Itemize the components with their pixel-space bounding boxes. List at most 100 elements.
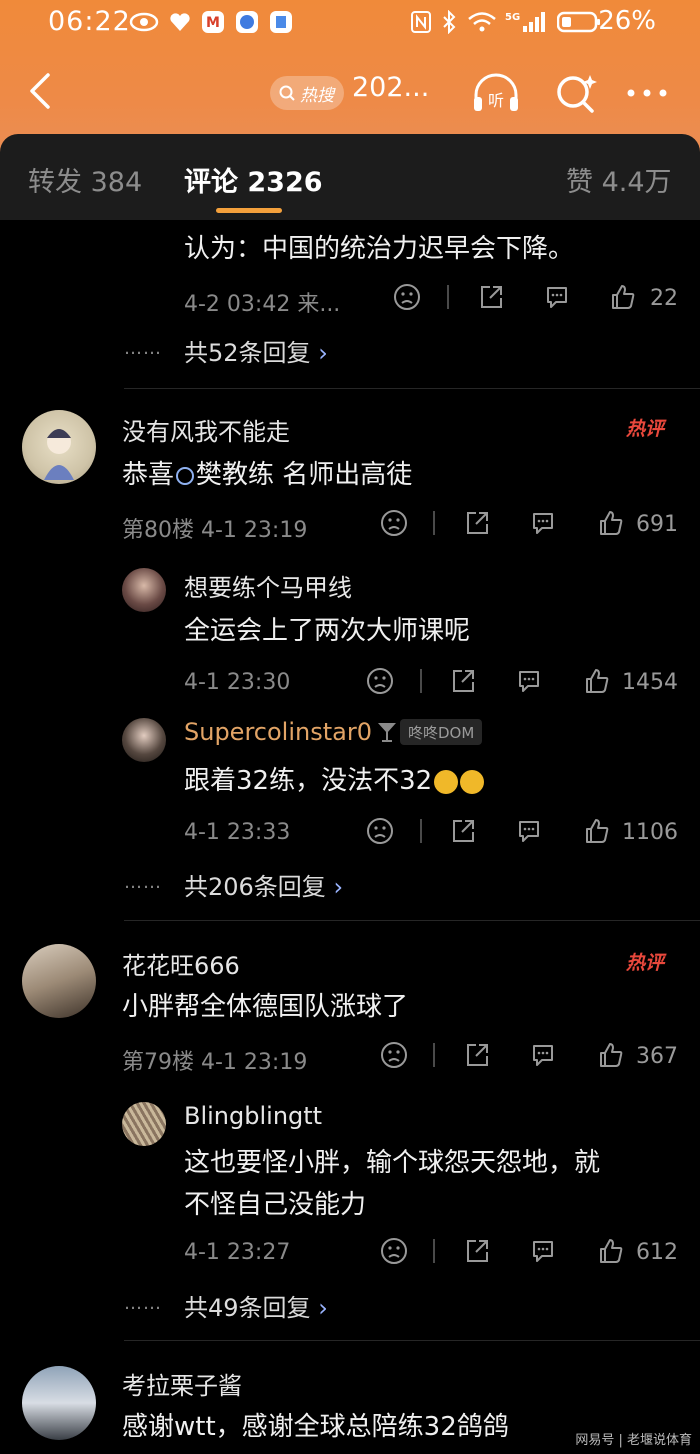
share-icon (467, 512, 488, 534)
like-button[interactable] (580, 664, 614, 698)
divider-bar (420, 819, 422, 843)
avatar[interactable] (122, 718, 166, 762)
back-button[interactable] (22, 68, 58, 114)
thumbs-up-icon (612, 285, 635, 309)
user-title-chip: 咚咚DOM (400, 719, 483, 745)
thumbs-up-icon (600, 511, 623, 535)
comment-text: 小胖帮全体德国队涨球了 (122, 992, 409, 1022)
comment-author[interactable]: 花花旺666 (122, 946, 240, 981)
comment-bubble-icon (533, 513, 553, 534)
view-replies-link[interactable]: 共52条回复 › (184, 333, 328, 368)
share-button[interactable] (460, 1038, 494, 1072)
reply-author[interactable]: 想要练个马甲线 (184, 568, 352, 603)
page-title: 202... (352, 72, 430, 103)
svg-text:听: 听 (488, 91, 504, 110)
search-icon (176, 466, 195, 485)
comment-text-prefix: 恭喜 (122, 460, 175, 490)
like-count: 1454 (622, 670, 678, 695)
view-replies-label: 共52条回复 (184, 339, 311, 367)
comment-bubble-icon (519, 671, 539, 692)
like-button[interactable] (594, 1234, 628, 1268)
divider-bar (433, 1239, 435, 1263)
sad-face-icon (381, 510, 407, 536)
reply-button[interactable] (526, 506, 560, 540)
signal-5g-icon: 5G (504, 10, 548, 34)
divider-bar (447, 285, 449, 309)
reply-text: 跟着32练，没法不32 (184, 760, 485, 797)
eye-icon (128, 10, 160, 34)
share-icon (481, 286, 502, 308)
avatar[interactable] (22, 944, 96, 1018)
tab-reposts[interactable]: 转发 384 (28, 160, 142, 199)
comment-text: 恭喜 樊教练 名师出高徒 (122, 454, 412, 491)
sad-face-icon (367, 668, 393, 694)
view-replies-link[interactable]: 共49条回复 › (184, 1288, 328, 1323)
topic-link[interactable]: 樊教练 (196, 460, 274, 490)
nfc-icon (410, 10, 432, 34)
thumbs-up-icon (586, 819, 609, 843)
reply-button[interactable] (526, 1234, 560, 1268)
tab-bar: 转发 384 评论 2326 赞 4.4万 (0, 134, 700, 220)
dislike-button[interactable] (363, 664, 397, 698)
avatar[interactable] (122, 1102, 166, 1146)
share-button[interactable] (474, 280, 508, 314)
reply-button[interactable] (512, 814, 546, 848)
more-menu-button[interactable] (622, 70, 674, 116)
dislike-button[interactable] (377, 1038, 411, 1072)
hot-search-pill[interactable]: 热搜 (270, 76, 344, 110)
like-count: 1106 (622, 820, 678, 845)
comment-author[interactable]: 考拉栗子酱 (122, 1366, 242, 1401)
comment-author[interactable]: 没有风我不能走 (122, 412, 290, 447)
reply-author[interactable]: Supercolinstar0 (184, 718, 372, 746)
tab-likes[interactable]: 赞 4.4万 (566, 160, 672, 199)
search-sparkle-icon (557, 75, 597, 113)
chevron-right-icon: › (318, 339, 328, 367)
notes-app-icon (268, 10, 294, 34)
tab-comments[interactable]: 评论 2326 (184, 160, 323, 199)
thumbs-up-icon (600, 1043, 623, 1067)
share-icon (467, 1240, 488, 1262)
comment-feed: 认为：中国的统治力迟早会下降。 4-2 03:42 来... 22 …… 共52… (0, 220, 700, 1454)
reply-button[interactable] (526, 1038, 560, 1072)
avatar[interactable] (22, 410, 96, 484)
dislike-button[interactable] (377, 1234, 411, 1268)
dislike-button[interactable] (363, 814, 397, 848)
avatar[interactable] (122, 568, 166, 612)
like-button[interactable] (594, 506, 628, 540)
comment-divider (124, 388, 700, 389)
heart-app-icon (168, 10, 192, 34)
hot-comment-badge: 热评 (626, 418, 665, 440)
like-count: 367 (636, 1044, 678, 1069)
view-replies-label: 共206条回复 (184, 873, 326, 901)
chevron-left-icon (30, 73, 50, 109)
like-button[interactable] (580, 814, 614, 848)
reply-text: 全运会上了两次大师课呢 (184, 616, 471, 646)
dislike-button[interactable] (390, 280, 424, 314)
search-button[interactable] (550, 70, 602, 116)
comment-divider (124, 1340, 700, 1341)
share-button[interactable] (460, 506, 494, 540)
status-bar: 06:22 M 5G 26% (0, 0, 700, 48)
share-button[interactable] (446, 814, 480, 848)
dislike-button[interactable] (377, 506, 411, 540)
nav-bar: 热搜 202... 听 (0, 48, 700, 138)
sad-face-icon (394, 284, 420, 310)
share-button[interactable] (460, 1234, 494, 1268)
comment-bubble-icon (547, 287, 567, 308)
avatar[interactable] (22, 1366, 96, 1440)
more-replies-dots: …… (124, 338, 162, 359)
divider-bar (433, 511, 435, 535)
comment-bubble-icon (519, 821, 539, 842)
like-button[interactable] (594, 1038, 628, 1072)
reply-button[interactable] (512, 664, 546, 698)
share-button[interactable] (446, 664, 480, 698)
like-button[interactable] (606, 280, 640, 314)
view-replies-link[interactable]: 共206条回复 › (184, 867, 343, 902)
more-replies-dots: …… (124, 1293, 162, 1314)
share-icon (467, 1044, 488, 1066)
like-count: 691 (636, 512, 678, 537)
sad-face-icon (381, 1042, 407, 1068)
listen-button[interactable]: 听 (470, 70, 522, 116)
reply-button[interactable] (540, 280, 574, 314)
reply-author[interactable]: Blingblingtt (184, 1102, 322, 1130)
